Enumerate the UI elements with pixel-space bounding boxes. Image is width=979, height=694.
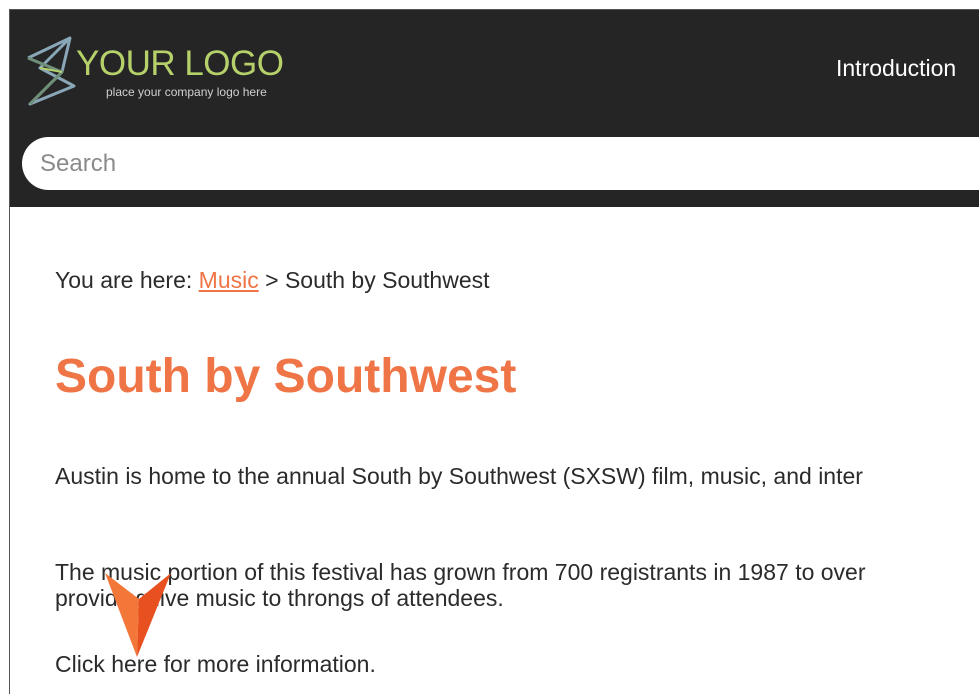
logo-subtitle: place your company logo here (106, 85, 267, 99)
breadcrumb: You are here: Music > South by Southwest (55, 267, 490, 294)
search-input[interactable] (22, 137, 979, 190)
company-logo[interactable]: YOUR LOGO place your company logo here (24, 32, 344, 112)
logo-title: YOUR LOGO (76, 44, 284, 83)
breadcrumb-link-music[interactable]: Music (199, 267, 259, 293)
arrow-pointer-icon (105, 573, 171, 657)
page-title: South by Southwest (55, 350, 517, 403)
breadcrumb-prefix: You are here: (55, 267, 193, 293)
paragraph-music: The music portion of this festival has g… (55, 559, 866, 585)
breadcrumb-current: South by Southwest (284, 267, 490, 293)
paragraph-intro: Austin is home to the annual South by So… (55, 463, 863, 489)
page-frame: YOUR LOGO place your company logo here I… (9, 9, 979, 694)
nav-item-introduction[interactable]: Introduction (836, 55, 956, 82)
logo-triangle-icon (27, 36, 76, 106)
breadcrumb-separator: > (265, 267, 279, 293)
site-header: YOUR LOGO place your company logo here I… (10, 10, 979, 207)
